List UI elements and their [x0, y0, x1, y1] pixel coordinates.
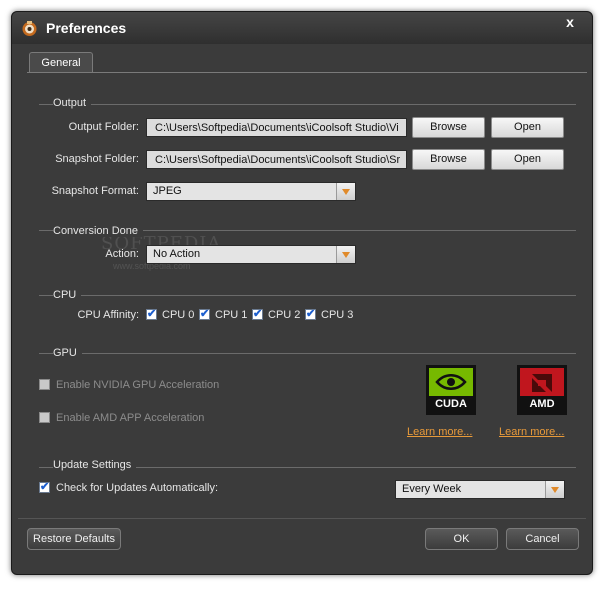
- cpu-affinity-label: CPU Affinity:: [77, 309, 139, 321]
- cuda-logo-text: CUDA: [435, 398, 467, 410]
- output-folder-label: Output Folder:: [68, 121, 139, 133]
- output-folder-field[interactable]: C:\Users\Softpedia\Documents\iCoolsoft S…: [146, 118, 407, 137]
- auto-update-checkbox[interactable]: [39, 480, 50, 493]
- amd-label: Enable AMD APP Acceleration: [56, 412, 205, 424]
- cuda-learn-more-link[interactable]: Learn more...: [407, 426, 472, 438]
- dropdown-arrow-icon: [545, 481, 564, 498]
- output-section-title: Output: [53, 97, 92, 109]
- output-browse-button[interactable]: Browse: [412, 117, 485, 138]
- dropdown-arrow-icon: [336, 246, 355, 263]
- output-divider: [39, 104, 576, 105]
- update-frequency-value: Every Week: [402, 483, 462, 495]
- cpu1-label: CPU 1: [215, 309, 248, 321]
- amd-logo-text: AMD: [529, 398, 555, 410]
- snapshot-folder-field[interactable]: C:\Users\Softpedia\Documents\iCoolsoft S…: [146, 150, 407, 169]
- cpu3-label: CPU 3: [321, 309, 354, 321]
- gpu-section-title: GPU: [53, 347, 82, 359]
- cuda-logo: CUDA: [426, 365, 476, 415]
- gpu-divider: [39, 353, 576, 354]
- cpu0-label: CPU 0: [162, 309, 195, 321]
- dropdown-arrow-icon: [336, 183, 355, 200]
- title-bar: Preferences x: [12, 12, 592, 44]
- window-title: Preferences: [46, 20, 127, 36]
- output-open-button[interactable]: Open: [491, 117, 564, 138]
- restore-defaults-button[interactable]: Restore Defaults: [27, 528, 121, 550]
- snapshot-browse-button[interactable]: Browse: [412, 149, 485, 170]
- cpu2-label: CPU 2: [268, 309, 301, 321]
- cpu1-checkbox[interactable]: [199, 307, 210, 320]
- update-frequency-select[interactable]: Every Week: [395, 480, 565, 499]
- amd-learn-more-link[interactable]: Learn more...: [499, 426, 564, 438]
- ok-button[interactable]: OK: [425, 528, 498, 550]
- update-section-title: Update Settings: [53, 459, 137, 471]
- snapshot-format-select[interactable]: JPEG: [146, 182, 356, 201]
- amd-logo: AMD: [517, 365, 567, 415]
- close-icon: x: [566, 14, 574, 30]
- nvidia-label: Enable NVIDIA GPU Acceleration: [56, 379, 220, 391]
- action-select[interactable]: No Action: [146, 245, 356, 264]
- nvidia-checkbox[interactable]: [39, 379, 50, 390]
- conversion-section-title: Conversion Done: [53, 225, 143, 237]
- cpu-divider: [39, 295, 576, 296]
- cpu0-checkbox[interactable]: [146, 307, 157, 320]
- cancel-button[interactable]: Cancel: [506, 528, 579, 550]
- snapshot-open-button[interactable]: Open: [491, 149, 564, 170]
- action-label: Action:: [105, 248, 139, 260]
- cpu2-checkbox[interactable]: [252, 307, 263, 320]
- general-panel: SOFTPEDIA www.softpedia.com Output Outpu…: [27, 73, 587, 509]
- action-value: No Action: [153, 248, 201, 260]
- amd-checkbox[interactable]: [39, 412, 50, 423]
- cpu3-checkbox[interactable]: [305, 307, 316, 320]
- auto-update-label: Check for Updates Automatically:: [56, 482, 219, 494]
- app-icon: [22, 21, 37, 36]
- preferences-window: Preferences x General SOFTPEDIA www.soft…: [11, 11, 593, 575]
- tab-general[interactable]: General: [29, 52, 93, 73]
- footer-divider: [18, 518, 586, 519]
- cpu-section-title: CPU: [53, 289, 82, 301]
- close-button[interactable]: x: [558, 13, 582, 31]
- snapshot-format-label: Snapshot Format:: [51, 185, 139, 197]
- snapshot-folder-label: Snapshot Folder:: [55, 153, 139, 165]
- snapshot-format-value: JPEG: [153, 185, 182, 197]
